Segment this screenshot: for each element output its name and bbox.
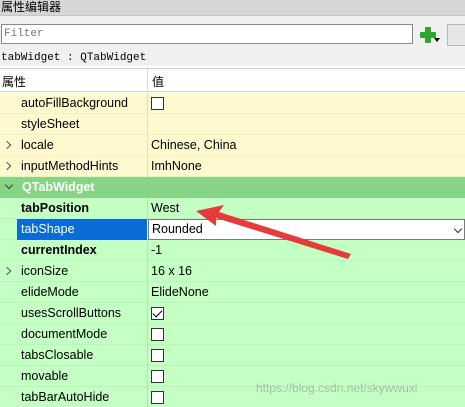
watermark: https://blog.csdn.net/skywwuxi (256, 381, 418, 395)
combobox-value: Rounded (152, 222, 203, 236)
property-value[interactable]: ElideNone (151, 282, 209, 303)
object-name: tabWidget : QTabWidget (1, 52, 147, 64)
property-row-inputmethodhints[interactable]: inputMethodHints ImhNone (0, 156, 465, 177)
header-property[interactable]: 属性 (2, 73, 26, 90)
property-name: usesScrollButtons (21, 306, 122, 320)
header-value[interactable]: 值 (152, 73, 164, 90)
property-row-documentmode[interactable]: documentMode (0, 324, 465, 345)
checkbox-usesscrollbuttons[interactable] (151, 307, 164, 320)
tabshape-combobox[interactable]: Rounded (148, 219, 465, 240)
checkbox-tabbarautohide[interactable] (151, 391, 164, 404)
property-name: tabBarAutoHide (21, 390, 110, 404)
filter-input[interactable]: Filter (1, 24, 413, 44)
property-row-stylesheet[interactable]: styleSheet (0, 114, 465, 135)
property-row-currentindex[interactable]: currentIndex -1 (0, 240, 465, 261)
checkbox-tabsclosable[interactable] (151, 349, 164, 362)
checkbox-movable[interactable] (151, 370, 164, 383)
property-row-autofillbackground[interactable]: autoFillBackground (0, 93, 465, 114)
checkbox-documentmode[interactable] (151, 328, 164, 341)
property-name: locale (21, 138, 54, 152)
property-name: documentMode (21, 327, 108, 341)
property-row-tabposition[interactable]: tabPosition West (0, 198, 465, 219)
chevron-down-icon[interactable] (4, 180, 14, 190)
chevron-right-icon[interactable] (2, 161, 12, 171)
chevron-down-icon[interactable] (453, 224, 463, 234)
configure-button[interactable] (447, 24, 465, 46)
property-header: 属性 值 (0, 68, 465, 92)
property-row-iconsize[interactable]: iconSize 16 x 16 (0, 261, 465, 282)
section-title: QTabWidget (22, 180, 95, 194)
property-row-usesscrollbuttons[interactable]: usesScrollButtons (0, 303, 465, 324)
property-name: currentIndex (21, 243, 97, 257)
property-name: styleSheet (21, 117, 80, 131)
property-row-locale[interactable]: locale Chinese, China (0, 135, 465, 156)
property-name: tabPosition (21, 201, 90, 215)
property-value[interactable]: Chinese, China (151, 135, 236, 156)
property-name: elideMode (21, 285, 79, 299)
chevron-right-icon[interactable] (2, 266, 12, 276)
section-qtabwidget[interactable]: QTabWidget (0, 177, 465, 198)
property-value[interactable]: 16 x 16 (151, 261, 192, 282)
property-value[interactable]: West (151, 198, 179, 219)
panel-titlebar: 属性编辑器 (0, 0, 465, 16)
filter-toolbar: Filter (0, 16, 465, 50)
property-name: iconSize (21, 264, 69, 278)
property-name: movable (21, 369, 69, 383)
property-row-tabshape[interactable]: tabShape Rounded (0, 219, 465, 240)
chevron-right-icon[interactable] (2, 140, 12, 150)
property-name: inputMethodHints (21, 159, 119, 173)
panel-title: 属性编辑器 (1, 0, 62, 14)
property-value[interactable]: ImhNone (151, 156, 202, 177)
object-class-label: tabWidget : QTabWidget (0, 50, 465, 66)
property-row-tabsclosable[interactable]: tabsClosable (0, 345, 465, 366)
property-name: tabsClosable (21, 348, 94, 362)
property-value[interactable]: -1 (151, 240, 162, 261)
property-name-selected: tabShape (17, 219, 147, 240)
caret-down-icon[interactable] (434, 38, 440, 42)
property-row-elidemode[interactable]: elideMode ElideNone (0, 282, 465, 303)
property-name: autoFillBackground (21, 96, 129, 110)
add-dynamic-property-button[interactable] (417, 24, 439, 46)
checkbox-autofillbackground[interactable] (151, 97, 164, 110)
